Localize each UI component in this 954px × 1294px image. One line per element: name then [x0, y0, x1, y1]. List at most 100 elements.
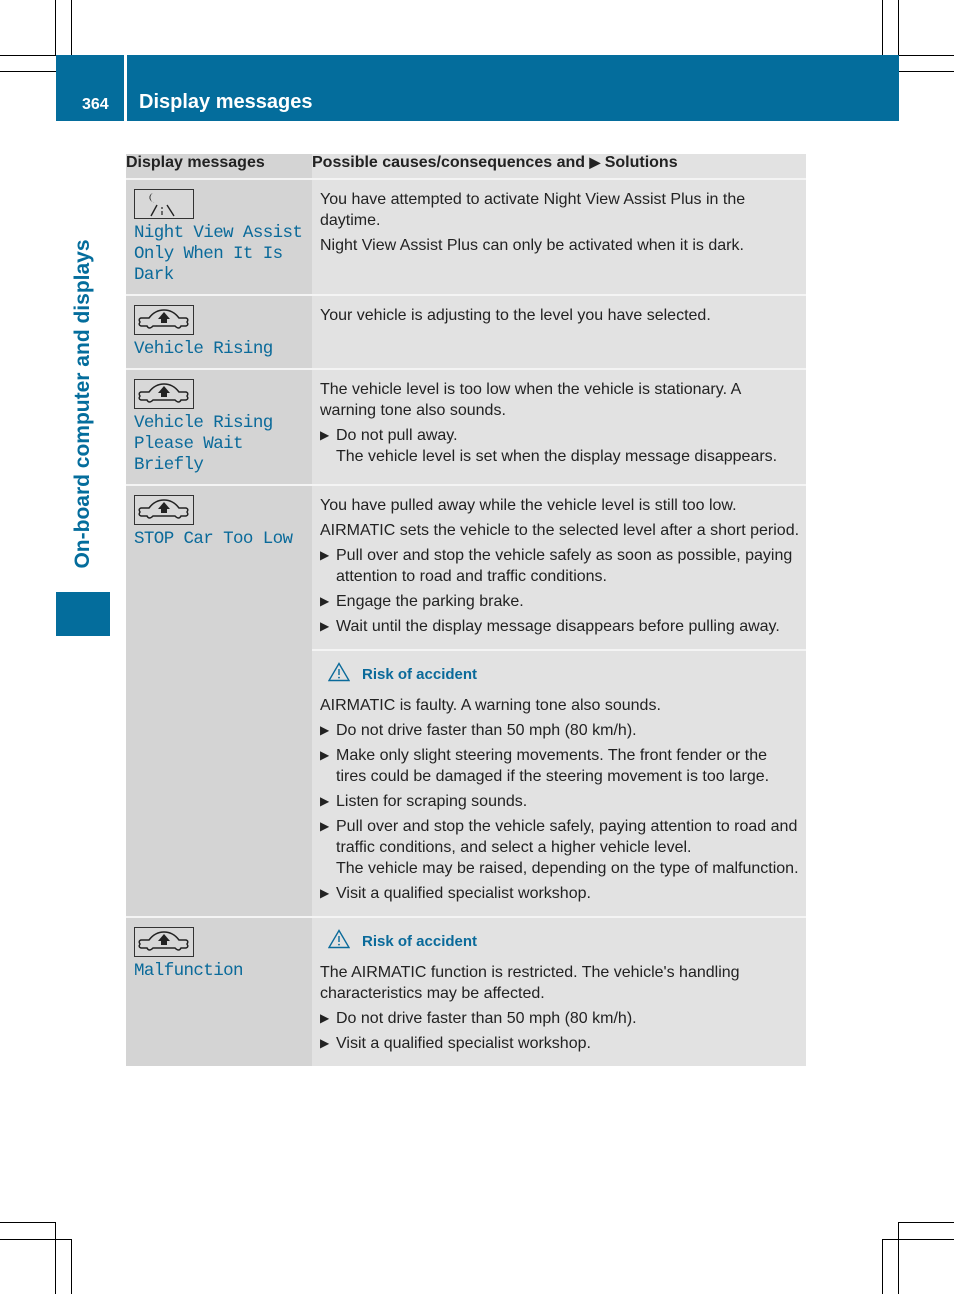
vehicle-level-icon — [134, 927, 194, 957]
solution-text: Pull over and stop the vehicle safely, p… — [336, 818, 798, 856]
display-message-cell: Night View Assist Only When It Is Dark — [126, 178, 312, 295]
vehicle-level-icon — [134, 495, 194, 525]
solution-step: ▶ Pull over and stop the vehicle safely a… — [320, 545, 800, 587]
crop-mark — [898, 1222, 954, 1223]
solution-note: The vehicle level is set when the displa… — [336, 448, 778, 465]
solutions-arrow-icon: ▶ — [589, 154, 601, 170]
solution-text: Listen for scraping sounds. — [336, 793, 528, 810]
crop-mark — [0, 71, 56, 72]
column-header-causes-solutions: Possible causes/consequences and ▶ Solut… — [312, 154, 806, 179]
bullet-arrow-icon: ▶ — [320, 428, 330, 442]
cause-text: Night View Assist Plus can only be activ… — [320, 237, 744, 254]
causes-solutions-cell: You have pulled away while the vehicle l… — [312, 484, 806, 650]
solution-note: The vehicle may be raised, depending on … — [336, 860, 799, 877]
solution-text: Do not drive faster than 50 mph (80 km/h… — [336, 1010, 637, 1027]
bullet-arrow-icon: ▶ — [320, 619, 330, 633]
night-view-icon — [134, 189, 194, 219]
display-message-text: Vehicle Rising Please Wait Briefly — [134, 413, 273, 475]
solution-text: Do not pull away. — [336, 427, 458, 444]
bullet-arrow-icon: ▶ — [320, 1036, 330, 1050]
solution-step: ▶ Visit a qualified specialist workshop. — [320, 1033, 800, 1054]
cause-text: You have attempted to activate Night Vie… — [320, 191, 746, 229]
warning-label: Risk of accident — [362, 666, 478, 683]
solution-text: Visit a qualified specialist workshop. — [336, 1035, 591, 1052]
solution-step: ▶ Do not drive faster than 50 mph (80 km/… — [320, 1008, 800, 1029]
bullet-arrow-icon: ▶ — [320, 819, 330, 833]
crop-mark — [898, 71, 954, 72]
solution-step: ▶ Do not drive faster than 50 mph (80 km/… — [320, 720, 800, 741]
crop-mark — [882, 1239, 954, 1240]
cause-text: AIRMATIC sets the vehicle to the selecte… — [320, 522, 800, 539]
warning-cell: Risk of accident AIRMATIC is faulty. A wa… — [312, 649, 806, 917]
crop-mark — [55, 0, 56, 55]
causes-solutions-cell: Risk of accident The AIRMATIC function is… — [312, 916, 806, 1066]
bullet-arrow-icon: ▶ — [320, 548, 330, 562]
vehicle-level-icon — [134, 379, 194, 409]
solution-step: ▶ Listen for scraping sounds. — [320, 791, 800, 812]
crop-mark — [882, 0, 883, 55]
crop-mark — [71, 1239, 72, 1294]
warning-triangle-icon — [327, 929, 351, 954]
table-row: Night View Assist Only When It Is Dark Yo… — [126, 178, 806, 295]
cause-text: AIRMATIC is faulty. A warning tone also … — [320, 697, 661, 714]
page-title: Display messages — [139, 91, 313, 113]
crop-mark — [0, 1239, 71, 1240]
solution-text: Engage the parking brake. — [336, 593, 524, 610]
table-row: STOP Car Too Low You have pulled away whi… — [126, 484, 806, 917]
display-message-cell: Vehicle Rising Please Wait Briefly — [126, 368, 312, 485]
page-number: 364 — [82, 96, 109, 113]
chapter-label: On-board computer and displays — [71, 239, 94, 569]
solution-text: Make only slight steering movements. The… — [336, 747, 770, 785]
crop-mark — [882, 1239, 883, 1294]
table-row: Vehicle Rising Your vehicle is adjusting … — [126, 294, 806, 369]
chapter-tab-marker — [56, 592, 110, 636]
causes-solutions-cell: Your vehicle is adjusting to the level y… — [312, 294, 806, 369]
solution-text: Visit a qualified specialist workshop. — [336, 885, 591, 902]
header-text-solutions: Solutions — [604, 154, 678, 171]
crop-mark — [898, 1222, 899, 1294]
crop-mark — [898, 55, 954, 56]
bullet-arrow-icon: ▶ — [320, 594, 330, 608]
solution-step: ▶ Pull over and stop the vehicle safely, … — [320, 816, 800, 879]
cause-text: You have pulled away while the vehicle l… — [320, 497, 737, 514]
solution-step: ▶ Visit a qualified specialist workshop. — [320, 883, 800, 904]
display-message-text: STOP Car Too Low — [134, 529, 293, 549]
bullet-arrow-icon: ▶ — [320, 723, 330, 737]
header-text-causes: Possible causes/consequences and — [312, 154, 586, 171]
solution-step: ▶ Do not pull away. The vehicle level is s… — [320, 425, 800, 467]
solution-step: ▶ Engage the parking brake. — [320, 591, 800, 612]
solution-step: ▶ Wait until the display message disappea… — [320, 616, 800, 637]
solution-text: Pull over and stop the vehicle safely as… — [336, 547, 793, 585]
risk-warning-heading: Risk of accident — [327, 662, 800, 687]
warning-label: Risk of accident — [362, 933, 478, 950]
table-row: Malfunction Risk of accident The AIRMATIC… — [126, 916, 806, 1066]
solution-text: Do not drive faster than 50 mph (80 km/h… — [336, 722, 637, 739]
display-messages-table: Display messages Possible causes/consequ… — [126, 154, 806, 1066]
cause-text: Your vehicle is adjusting to the level y… — [320, 307, 711, 324]
cause-text: The AIRMATIC function is restricted. The… — [320, 964, 740, 1002]
causes-solutions-cell: The vehicle level is too low when the ve… — [312, 368, 806, 485]
crop-mark — [55, 1222, 56, 1294]
bullet-arrow-icon: ▶ — [320, 794, 330, 808]
crop-mark — [71, 0, 72, 55]
bullet-arrow-icon: ▶ — [320, 748, 330, 762]
display-message-cell: STOP Car Too Low — [126, 484, 312, 917]
display-message-text: Night View Assist Only When It Is Dark — [134, 223, 303, 285]
display-message-cell: Vehicle Rising — [126, 294, 312, 369]
display-message-cell: Malfunction — [126, 916, 312, 1066]
header-divider — [124, 55, 127, 121]
warning-triangle-icon — [327, 662, 351, 687]
vehicle-level-icon — [134, 305, 194, 335]
crop-mark — [0, 55, 56, 56]
solution-text: Wait until the display message disappear… — [336, 618, 780, 635]
cause-text: The vehicle level is too low when the ve… — [320, 381, 741, 419]
display-message-text: Malfunction — [134, 961, 244, 981]
solution-step: ▶ Make only slight steering movements. Th… — [320, 745, 800, 787]
table-row: Vehicle Rising Please Wait Briefly The ve… — [126, 368, 806, 485]
bullet-arrow-icon: ▶ — [320, 1011, 330, 1025]
table-header-row: Display messages Possible causes/consequ… — [126, 154, 806, 179]
crop-mark — [0, 1222, 55, 1223]
risk-warning-heading: Risk of accident — [327, 929, 800, 954]
bullet-arrow-icon: ▶ — [320, 886, 330, 900]
causes-solutions-cell: You have attempted to activate Night Vie… — [312, 178, 806, 295]
